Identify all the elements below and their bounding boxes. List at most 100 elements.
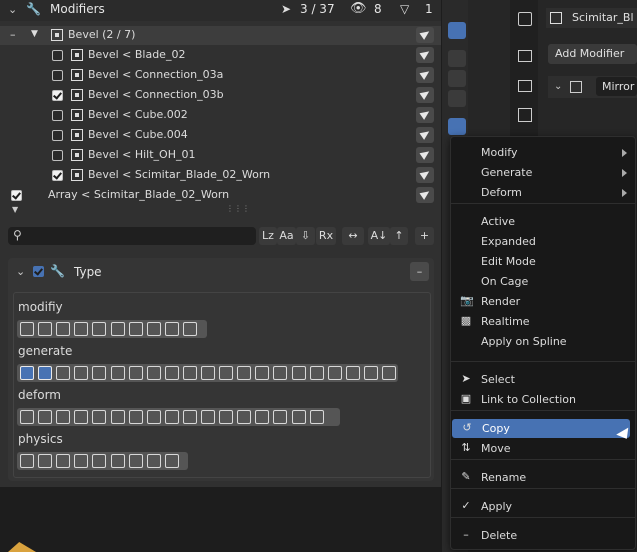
chevron-down-icon[interactable]: ⌄ [16,265,25,278]
swap-icon[interactable]: ↔ [342,227,364,245]
modifier-type-icon[interactable] [345,366,360,380]
modifier-type-icon[interactable] [182,366,197,380]
menu-item-select[interactable]: ➤ Select [451,370,635,389]
modifier-type-icon[interactable] [164,410,179,424]
item-checkbox[interactable] [52,70,63,81]
modifier-type-icon[interactable] [74,366,89,380]
toggle-icon[interactable] [448,22,466,39]
item-checkbox[interactable] [52,170,63,181]
select-arrow-icon[interactable] [416,27,434,43]
tree-item[interactable]: Bevel < Blade_02 [0,46,441,65]
modifier-type-icon[interactable] [92,366,107,380]
search-field[interactable]: ⚲ [8,227,256,245]
modifier-type-icon[interactable] [56,322,71,336]
tree-item[interactable]: Bevel < Connection_03b [0,86,441,105]
type-checkbox[interactable] [33,266,44,277]
modifier-type-icon[interactable] [327,366,342,380]
modifier-type-icon[interactable] [20,322,34,336]
deform-icon-strip[interactable] [17,408,340,426]
menu-item-rename[interactable]: ✎ Rename [451,468,635,487]
select-arrow-icon[interactable] [416,127,434,143]
tree-item[interactable]: Bevel < Scimitar_Blade_02_Worn [0,166,441,185]
modifier-type-icon[interactable] [291,410,306,424]
item-checkbox[interactable] [52,150,63,161]
modifier-type-icon[interactable] [291,366,306,380]
render-icon[interactable] [518,50,532,62]
modifier-type-icon[interactable] [164,366,179,380]
modifier-type-icon[interactable] [20,410,34,424]
modifier-type-icon[interactable] [201,366,215,380]
object-name-field[interactable]: Scimitar_Bl [546,8,637,28]
modifier-type-icon[interactable] [237,366,252,380]
item-checkbox[interactable] [52,130,63,141]
modifier-type-icon[interactable] [273,366,288,380]
modifier-type-icon[interactable] [74,322,89,336]
select-arrow-icon[interactable] [416,67,434,83]
resize-handle-icon[interactable]: ⋮⋮⋮ [226,204,250,213]
undo-icon[interactable] [448,90,466,107]
chevron-down-icon[interactable]: ⌄ [554,81,562,92]
modifier-type-icon[interactable] [110,322,125,336]
tree-item[interactable]: Bevel < Hilt_OH_01 [0,146,441,165]
modifier-type-icon[interactable] [146,366,161,380]
sort-up-icon[interactable]: ↑ [390,227,408,245]
menu-item-active[interactable]: Active [451,212,635,231]
checkbox-icon[interactable] [448,50,466,67]
modifier-type-icon[interactable] [164,454,179,468]
modifier-type-icon[interactable] [92,454,107,468]
menu-item-render[interactable]: 📷 Render [451,292,635,311]
modifier-type-icon[interactable] [92,410,107,424]
square-icon[interactable] [448,70,466,87]
select-arrow-icon[interactable] [416,87,434,103]
menu-item-apply[interactable]: ✓ Apply [451,497,635,516]
menu-item-modify[interactable]: Modify [451,143,635,162]
menu-item-edit-mode[interactable]: Edit Mode [451,252,635,271]
modifier-type-icon[interactable] [74,410,89,424]
modifier-type-icon[interactable] [128,454,143,468]
modifier-type-icon[interactable] [309,410,324,424]
modifier-type-icon[interactable] [182,410,197,424]
item-checkbox[interactable] [52,110,63,121]
modifier-type-icon[interactable] [20,454,34,468]
modifier-type-icon[interactable] [92,322,107,336]
modifier-type-icon[interactable] [146,454,161,468]
menu-item-deform[interactable]: Deform [451,183,635,202]
modifier-type-icon[interactable] [273,410,288,424]
select-arrow-icon[interactable] [416,187,434,203]
tree-group-bevel[interactable]: – ▼ Bevel (2 / 7) [0,26,441,45]
modifier-type-icon[interactable] [56,454,71,468]
item-checkbox[interactable] [52,50,63,61]
modifier-type-icon[interactable] [74,454,89,468]
lz-button[interactable]: Lz [259,227,277,245]
menu-item-apply-on-spline[interactable]: Apply on Spline [451,332,635,351]
generate-icon-strip[interactable] [17,364,398,382]
modifier-type-icon[interactable] [164,322,179,336]
menu-item-expanded[interactable]: Expanded [451,232,635,251]
array-checkbox[interactable] [11,190,22,201]
modifier-type-icon[interactable] [219,410,234,424]
modifiy-icon-strip[interactable] [17,320,207,338]
modifier-type-icon[interactable] [128,322,143,336]
modifier-type-icon[interactable] [38,322,53,336]
menu-item-link-to-collection[interactable]: ▣ Link to Collection [451,390,635,409]
modifier-type-icon[interactable] [128,410,143,424]
modifier-type-icon[interactable] [182,322,197,336]
select-arrow-icon[interactable] [416,167,434,183]
add-modifier-button[interactable]: Add Modifier [548,44,637,64]
modifier-type-icon[interactable] [38,454,53,468]
modifier-type-icon[interactable] [146,322,161,336]
tool-icon[interactable] [518,12,532,26]
physics-icon-strip[interactable] [17,452,188,470]
modifier-type-icon[interactable] [56,410,71,424]
modifier-type-icon[interactable] [382,366,396,380]
modifier-type-icon[interactable] [201,410,215,424]
menu-item-copy[interactable]: ↺ Copy [452,419,630,438]
menu-item-move[interactable]: ⇅ Move [451,439,635,458]
modifier-type-icon[interactable] [56,366,71,380]
select-arrow-icon[interactable] [416,107,434,123]
modifier-type-icon[interactable] [38,366,53,380]
modifier-type-icon[interactable] [146,410,161,424]
modifier-type-icon[interactable] [20,366,34,380]
tree-item-array[interactable]: Array < Scimitar_Blade_02_Worn [0,186,441,205]
menu-item-generate[interactable]: Generate [451,163,635,182]
